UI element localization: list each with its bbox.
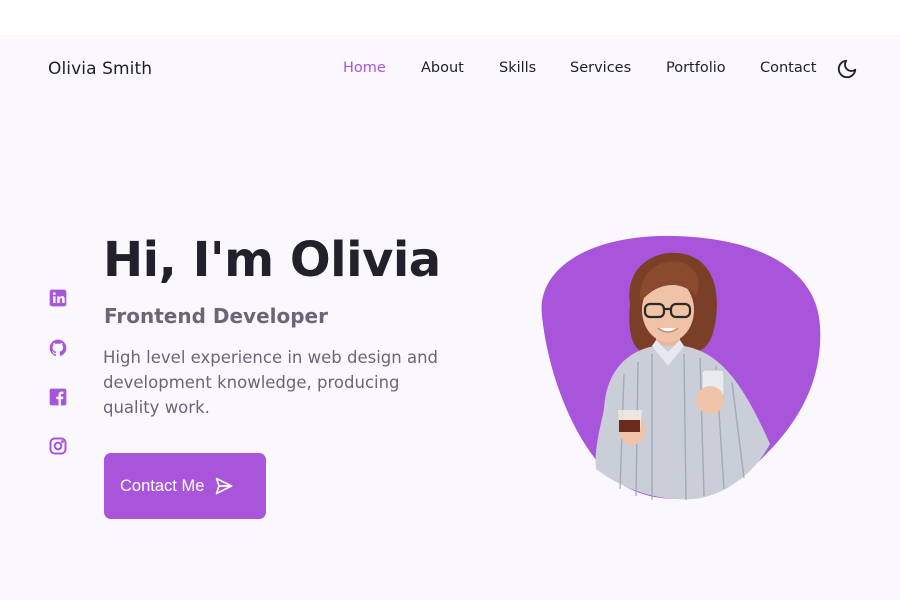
contact-me-label: Contact Me (120, 476, 205, 495)
moon-icon[interactable] (836, 58, 858, 80)
nav-home[interactable]: Home (343, 60, 386, 76)
nav-portfolio[interactable]: Portfolio (666, 60, 726, 76)
hero-subtitle: Frontend Developer (104, 304, 328, 328)
hero-description: High level experience in web design and … (103, 348, 439, 417)
nav-services[interactable]: Services (570, 60, 631, 76)
send-icon (214, 476, 234, 496)
site-header: Olivia Smith Home About Skills Services … (0, 35, 900, 103)
nav-about[interactable]: About (421, 60, 464, 76)
nav-contact[interactable]: Contact (760, 60, 816, 76)
main-nav: Home About Skills Services Portfolio Con… (0, 60, 900, 80)
profile-blob-image (534, 234, 824, 504)
facebook-icon[interactable] (48, 387, 68, 407)
github-icon[interactable] (48, 338, 68, 358)
contact-me-button[interactable]: Contact Me (104, 453, 266, 519)
instagram-icon[interactable] (48, 436, 68, 456)
linkedin-icon[interactable] (48, 288, 68, 308)
nav-skills[interactable]: Skills (499, 60, 536, 76)
hero-title: Hi, I'm Olivia (103, 232, 441, 288)
